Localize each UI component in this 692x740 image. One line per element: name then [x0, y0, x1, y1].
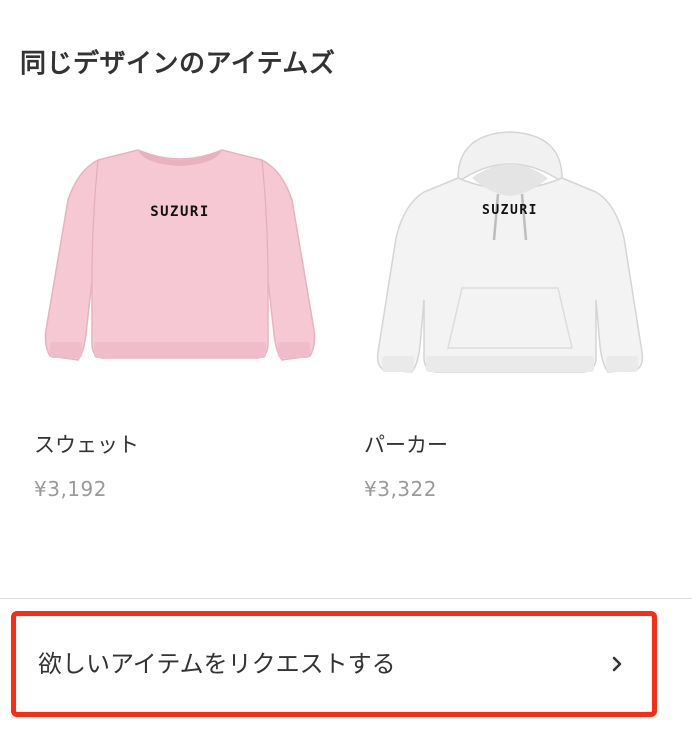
product-card-hoodie[interactable]: SUZURI パーカー ¥3,322 [360, 120, 660, 504]
section-title: 同じデザインのアイテムズ [20, 49, 336, 79]
product-price: ¥3,192 [34, 477, 107, 501]
sweatshirt-print-text: SUZURI [150, 204, 210, 220]
product-name[interactable]: スウェット [30, 430, 330, 460]
chevron-right-icon [612, 656, 622, 672]
hoodie-print-text: SUZURI [482, 203, 538, 218]
product-name[interactable]: パーカー [360, 430, 660, 460]
same-design-items-page: 同じデザインのアイテムズ SUZURI スウェット ¥3,192 SUZURI … [0, 0, 692, 740]
product-card-sweatshirt[interactable]: SUZURI スウェット ¥3,192 [30, 120, 330, 504]
divider [0, 598, 692, 599]
product-price: ¥3,322 [364, 477, 437, 501]
request-item-label: 欲しいアイテムをリクエストする [38, 650, 396, 678]
sweatshirt-image[interactable]: SUZURI [30, 120, 330, 390]
request-item-button[interactable]: 欲しいアイテムをリクエストする [11, 611, 657, 717]
hoodie-image[interactable]: SUZURI [360, 120, 660, 390]
